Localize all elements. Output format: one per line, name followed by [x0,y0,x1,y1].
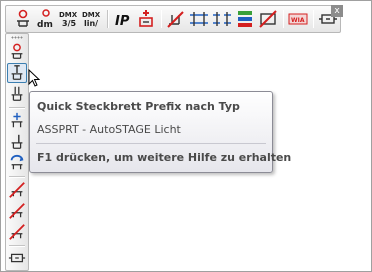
remove-link-icon [166,11,184,28]
dmx-35-button[interactable]: DMX 3/5 [58,8,80,30]
add-plug-button[interactable] [135,8,157,30]
plug-strike-2-icon [9,203,25,219]
delete-cross-button[interactable] [257,8,279,30]
plug-down-button[interactable] [7,84,27,104]
plug-q-button[interactable] [12,8,34,30]
svg-text:3/5: 3/5 [62,19,76,28]
plug-box-icon [8,253,26,263]
tooltip-description: ASSPRT - AutoSTAGE Licht [37,123,181,136]
delete-cross-icon [258,10,277,28]
plug-prefix-type-icon [11,65,23,80]
plug-plus-button[interactable] [7,111,27,131]
horizontal-toolbar: dm DMX 3/5 DMX lin/ IP WIA [5,5,341,33]
plug-strike-button[interactable] [7,180,27,200]
svg-text:dm: dm [37,20,53,29]
plug-strike-icon [9,182,25,198]
dmx-dim-icon: dm [37,9,53,29]
horizontal-connect-button[interactable] [188,8,210,30]
plug-box-button[interactable] [7,248,27,268]
plug-down-icon [11,86,23,101]
dmx-linx-icon: DMX lin/ [82,11,101,28]
vertical-toolbar [5,33,29,271]
wia-label-button[interactable]: WIA [287,8,309,30]
horizontal-connect-icon [189,12,208,26]
toolbar-grip[interactable] [11,36,23,39]
dmx-35-icon: DMX 3/5 [59,11,78,28]
svg-text:lin/: lin/ [84,19,98,28]
tooltip: Quick Steckbrett Prefix nach Typ ASSPRT … [29,91,291,173]
plug-strike-3-icon [9,224,25,240]
plug-left-icon [11,134,23,149]
toolbar-separator [9,245,25,247]
ip-address-icon: IP [115,14,130,29]
tooltip-help-text: F1 drücken, um weitere Hilfe zu erhalten [37,151,292,164]
toolbar-separator [312,10,314,28]
plug-q-button[interactable] [7,42,27,62]
add-plug-icon [138,10,153,27]
tooltip-title: Quick Steckbrett Prefix nach Typ [37,100,240,113]
toolbar-separator [107,10,109,28]
horizontal-split-icon [212,12,231,26]
tooltip-divider [36,143,266,144]
close-icon[interactable]: x [331,5,343,17]
plug-refresh-icon [10,154,24,170]
mouse-cursor-icon [28,69,40,87]
svg-text:DMX: DMX [59,11,78,19]
toolbar-separator [282,10,284,28]
plug-q-icon [17,9,30,27]
svg-text:IP: IP [115,14,130,29]
svg-text:DMX: DMX [82,11,101,19]
horizontal-split-button[interactable] [211,8,233,30]
dmx-linx-button[interactable]: DMX lin/ [81,8,103,30]
dmx-dim-button[interactable]: dm [35,8,57,30]
plug-q-icon [11,43,23,59]
color-sort-button[interactable] [234,8,256,30]
remove-link-button[interactable] [165,8,187,30]
window-frame: dm DMX 3/5 DMX lin/ IP WIA x Quick Steck… [0,0,372,272]
color-sort-icon [237,11,252,27]
plug-refresh-button[interactable] [7,153,27,173]
plug-plus-icon [11,112,23,128]
toolbar-separator [9,107,25,109]
plug-strike-3-button[interactable] [7,222,27,242]
wia-label-icon: WIA [288,13,308,25]
plug-left-button[interactable] [7,132,27,152]
svg-text:WIA: WIA [291,17,305,24]
toolbar-separator [160,10,162,28]
plug-prefix-type-button[interactable] [7,63,27,83]
plug-strike-2-button[interactable] [7,201,27,221]
ip-address-button[interactable]: IP [112,8,134,30]
toolbar-separator [9,176,25,178]
